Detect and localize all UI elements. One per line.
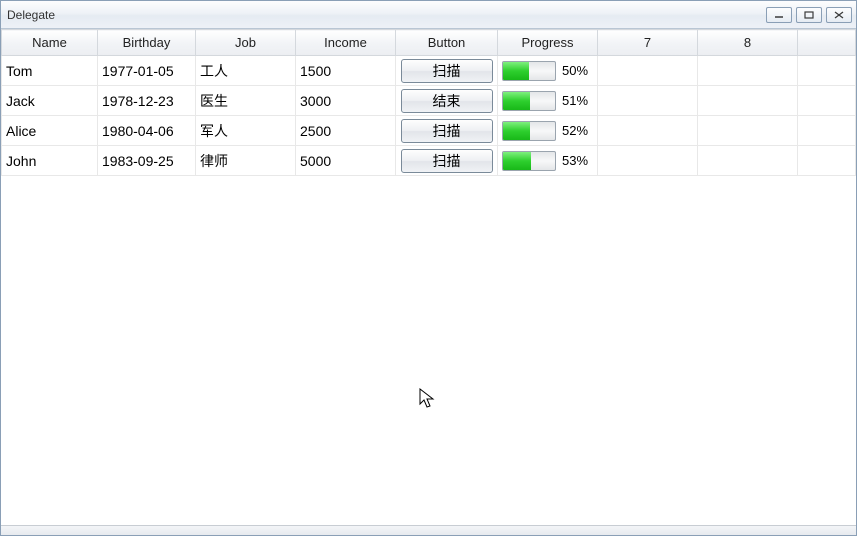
data-table: Name Birthday Job Income Button Progress… <box>1 29 856 176</box>
cell-button: 扫描 <box>396 56 498 86</box>
col-header-7[interactable]: 7 <box>598 30 698 56</box>
col-header-birthday[interactable]: Birthday <box>98 30 196 56</box>
cell-progress: 51% <box>498 86 598 116</box>
table-header-row: Name Birthday Job Income Button Progress… <box>2 30 856 56</box>
cell-name[interactable]: John <box>2 146 98 176</box>
cell-8[interactable] <box>698 86 798 116</box>
cell-job[interactable]: 工人 <box>196 56 296 86</box>
cell-birthday[interactable]: 1978-12-23 <box>98 86 196 116</box>
col-header-tail <box>798 30 856 56</box>
cell-income[interactable]: 3000 <box>296 86 396 116</box>
cell-name[interactable]: Alice <box>2 116 98 146</box>
progress-wrap: 50% <box>502 61 593 81</box>
cell-button: 扫描 <box>396 146 498 176</box>
table-row[interactable]: Jack1978-12-23医生3000结束 51% <box>2 86 856 116</box>
titlebar[interactable]: Delegate <box>1 1 856 29</box>
progress-wrap: 52% <box>502 121 593 141</box>
col-header-job[interactable]: Job <box>196 30 296 56</box>
cell-name[interactable]: Tom <box>2 56 98 86</box>
row-action-button[interactable]: 扫描 <box>401 119 493 143</box>
cell-tail <box>798 56 856 86</box>
progress-bar[interactable] <box>502 121 556 141</box>
col-header-name[interactable]: Name <box>2 30 98 56</box>
cell-income[interactable]: 1500 <box>296 56 396 86</box>
cell-7[interactable] <box>598 116 698 146</box>
row-action-button[interactable]: 扫描 <box>401 149 493 173</box>
window: Delegate Name Birthday Job <box>0 0 857 536</box>
close-button[interactable] <box>826 7 852 23</box>
cell-progress: 53% <box>498 146 598 176</box>
cell-job[interactable]: 军人 <box>196 116 296 146</box>
table-row[interactable]: John1983-09-25律师5000扫描 53% <box>2 146 856 176</box>
cell-button: 扫描 <box>396 116 498 146</box>
cell-birthday[interactable]: 1977-01-05 <box>98 56 196 86</box>
maximize-button[interactable] <box>796 7 822 23</box>
maximize-icon <box>804 11 814 19</box>
progress-label: 53% <box>562 153 588 168</box>
content-area: Name Birthday Job Income Button Progress… <box>1 29 856 525</box>
cell-income[interactable]: 5000 <box>296 146 396 176</box>
table-row[interactable]: Tom1977-01-05工人1500扫描 50% <box>2 56 856 86</box>
progress-fill <box>503 92 530 110</box>
progress-label: 50% <box>562 63 588 78</box>
col-header-income[interactable]: Income <box>296 30 396 56</box>
cell-8[interactable] <box>698 116 798 146</box>
progress-bar[interactable] <box>502 91 556 111</box>
progress-wrap: 53% <box>502 151 593 171</box>
minimize-button[interactable] <box>766 7 792 23</box>
cell-tail <box>798 116 856 146</box>
progress-fill <box>503 122 530 140</box>
col-header-8[interactable]: 8 <box>698 30 798 56</box>
progress-bar[interactable] <box>502 151 556 171</box>
cell-job[interactable]: 律师 <box>196 146 296 176</box>
cell-income[interactable]: 2500 <box>296 116 396 146</box>
cell-7[interactable] <box>598 86 698 116</box>
progress-fill <box>503 152 531 170</box>
row-action-button[interactable]: 结束 <box>401 89 493 113</box>
cell-progress: 50% <box>498 56 598 86</box>
close-icon <box>834 11 844 19</box>
cell-button: 结束 <box>396 86 498 116</box>
cell-tail <box>798 146 856 176</box>
cell-name[interactable]: Jack <box>2 86 98 116</box>
window-buttons <box>766 7 852 23</box>
window-title: Delegate <box>7 8 766 22</box>
cell-7[interactable] <box>598 56 698 86</box>
progress-label: 52% <box>562 123 588 138</box>
statusbar <box>1 525 856 535</box>
col-header-button[interactable]: Button <box>396 30 498 56</box>
cell-birthday[interactable]: 1980-04-06 <box>98 116 196 146</box>
minimize-icon <box>774 11 784 19</box>
progress-label: 51% <box>562 93 588 108</box>
cell-job[interactable]: 医生 <box>196 86 296 116</box>
row-action-button[interactable]: 扫描 <box>401 59 493 83</box>
col-header-progress[interactable]: Progress <box>498 30 598 56</box>
cell-birthday[interactable]: 1983-09-25 <box>98 146 196 176</box>
cell-tail <box>798 86 856 116</box>
progress-wrap: 51% <box>502 91 593 111</box>
table-row[interactable]: Alice1980-04-06军人2500扫描 52% <box>2 116 856 146</box>
cell-progress: 52% <box>498 116 598 146</box>
cell-8[interactable] <box>698 56 798 86</box>
progress-bar[interactable] <box>502 61 556 81</box>
cell-7[interactable] <box>598 146 698 176</box>
progress-fill <box>503 62 529 80</box>
cell-8[interactable] <box>698 146 798 176</box>
